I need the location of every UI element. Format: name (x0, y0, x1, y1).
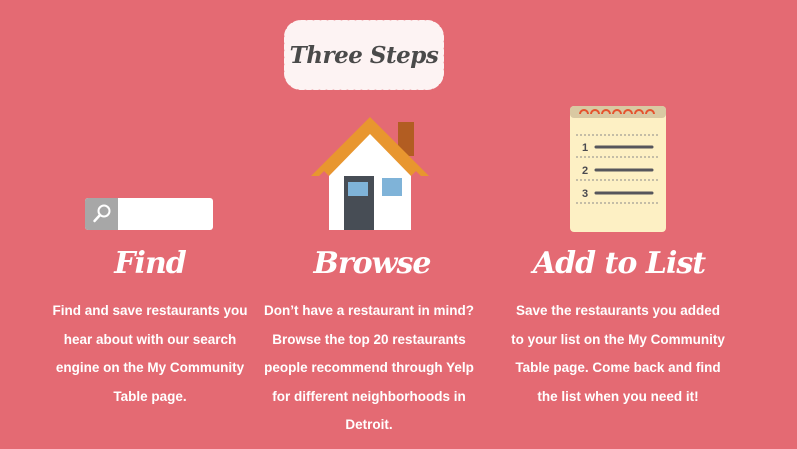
step-title-add-to-list: Add to List (532, 246, 706, 281)
description-line: Find and save restaurants you (52, 303, 248, 318)
description-line: engine on the My Community (55, 360, 245, 375)
description-line: Don’t have a restaurant in mind? (263, 303, 475, 318)
house-icon (311, 117, 429, 230)
description-line: to your list on the My Community (511, 331, 725, 347)
description-line: Table page. Come back and find (515, 360, 721, 375)
notepad-number-1: 1 (582, 142, 588, 154)
description-line: people recommend through Yelp (264, 360, 474, 375)
step-description-add-to-list: Save the restaurants you added to your l… (508, 297, 728, 411)
three-steps-badge: Three Steps (283, 19, 445, 91)
step-title-find: Find (114, 246, 186, 281)
step-description-browse: Don’t have a restaurant in mind? Browse … (262, 297, 476, 440)
notepad-number-3: 3 (582, 188, 588, 200)
description-line: hear about with our search (63, 331, 237, 347)
description-line: Save the restaurants you added (515, 303, 721, 318)
notepad-icon: 1 2 3 (570, 106, 666, 232)
description-line: the list when you need it! (537, 388, 699, 404)
description-line: for different neighborhoods in (272, 388, 466, 404)
step-title-browse: Browse (313, 246, 432, 281)
page-title: Three Steps (289, 41, 439, 69)
search-icon (85, 198, 118, 230)
description-line: Browse the top 20 restaurants (272, 331, 466, 347)
description-line: Table page. (113, 388, 187, 404)
search-bar-icon (85, 198, 213, 230)
step-description-find: Find and save restaurants you hear about… (48, 297, 252, 411)
description-line: Detroit. (345, 417, 393, 432)
notepad-number-2: 2 (582, 165, 588, 177)
